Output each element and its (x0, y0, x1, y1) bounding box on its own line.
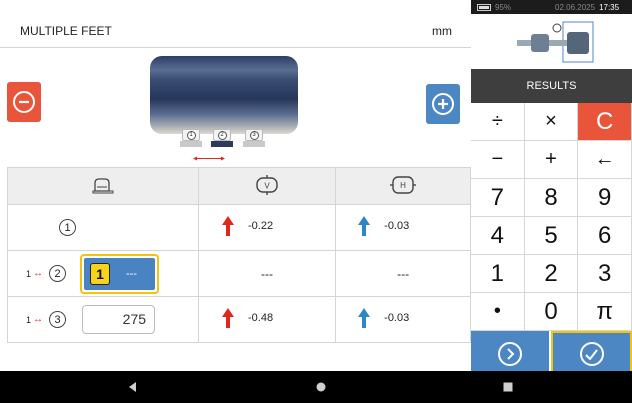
minus-key[interactable]: − (471, 141, 525, 178)
vertical-view-icon: V (256, 174, 278, 195)
arrow-up-icon (222, 308, 234, 328)
plus-circle-icon (432, 93, 454, 115)
horizontal-value: -0.03 (384, 312, 410, 324)
numeric-keypad: ÷ × C − + ← 7 8 9 4 5 6 1 2 3 • 0 π (471, 103, 632, 377)
machine-thumbnail[interactable] (471, 14, 632, 69)
foot-number: 2 (217, 130, 227, 140)
double-arrow-icon: ↔ (33, 314, 44, 325)
keypad-row: 7 8 9 (471, 179, 632, 217)
reference-badge: 1 (90, 262, 111, 285)
status-date: 02.06.2025 (555, 2, 596, 12)
foot-number-badge: 2 (49, 265, 67, 282)
digit-key-4[interactable]: 4 (471, 217, 525, 254)
horizontal-view-icon: H (390, 175, 417, 194)
status-time: 17:35 (599, 2, 620, 12)
pair-from: 1 (26, 314, 32, 325)
right-panel: 95% 02.06.2025 17:35 RESULTS ÷ × C − + ←… (471, 0, 632, 377)
distance-indicator-icon (193, 156, 225, 161)
horizontal-column-header: H (335, 167, 471, 205)
remove-foot-button[interactable] (7, 82, 41, 122)
foot-number-badge: 3 (49, 311, 67, 328)
digit-key-8[interactable]: 8 (524, 179, 579, 216)
minus-circle-icon (13, 91, 35, 113)
digit-key-9[interactable]: 9 (578, 179, 632, 216)
home-nav-icon[interactable] (316, 382, 326, 392)
main-panel: MULTIPLE FEET mm 1 2 3 V H 1 -0.22 -0.03… (0, 0, 471, 371)
machine-graphic (150, 56, 298, 134)
horizontal-value: -0.03 (384, 220, 410, 232)
back-nav-icon[interactable] (128, 382, 138, 392)
chevron-right-icon (498, 342, 522, 366)
vertical-column-header: V (197, 167, 337, 205)
double-arrow-icon: ↔ (33, 268, 44, 279)
table-row[interactable]: 1 ↔ 2 1 --- --- --- (7, 250, 471, 297)
machine-foot-3[interactable]: 3 (243, 129, 265, 147)
digit-key-2[interactable]: 2 (524, 255, 579, 292)
vertical-value: -0.48 (248, 312, 274, 324)
foot-pair-label: 1 ↔ (26, 314, 43, 325)
plus-key[interactable]: + (524, 141, 579, 178)
digit-key-7[interactable]: 7 (471, 179, 525, 216)
keypad-row: 4 5 6 (471, 217, 632, 255)
machine-train-thumbnail-icon (517, 21, 594, 63)
digit-key-5[interactable]: 5 (524, 217, 579, 254)
arrow-up-icon (358, 308, 371, 328)
keypad-row: ÷ × C (471, 103, 632, 141)
header-divider (0, 47, 471, 48)
divide-key[interactable]: ÷ (471, 103, 525, 140)
foot-pair-label: 1 ↔ (26, 268, 43, 279)
add-foot-button[interactable] (426, 84, 460, 124)
keypad-row: − + ← (471, 141, 632, 179)
horizontal-value: --- (335, 250, 471, 297)
distance-input-selected[interactable]: 1 --- (80, 253, 160, 294)
recents-nav-icon[interactable] (503, 382, 513, 392)
vertical-value: --- (197, 250, 337, 297)
table-row[interactable]: 1 -0.22 -0.03 (7, 204, 471, 251)
keypad-row: 1 2 3 (471, 255, 632, 293)
digit-key-1[interactable]: 1 (471, 255, 525, 292)
vertical-value: -0.22 (248, 220, 274, 232)
distance-value: --- (126, 267, 138, 280)
clear-key[interactable]: C (578, 103, 632, 140)
system-nav-bar (0, 371, 632, 403)
decimal-point-key[interactable]: • (471, 293, 525, 330)
checkmark-icon (579, 342, 604, 366)
horizontal-header-label: H (400, 181, 406, 190)
status-bar: 95% 02.06.2025 17:35 (471, 0, 632, 14)
results-button[interactable]: RESULTS (471, 69, 632, 103)
arrow-up-icon (222, 216, 234, 236)
table-row[interactable]: 1 ↔ 3 275 -0.48 -0.03 (7, 296, 471, 343)
pi-key[interactable]: π (578, 293, 632, 330)
digit-key-6[interactable]: 6 (578, 217, 632, 254)
arrow-up-icon (358, 216, 371, 236)
foot-number: 1 (186, 130, 196, 140)
machine-feet-icon (92, 177, 114, 193)
distance-input[interactable]: 275 (82, 305, 156, 334)
keypad-row: • 0 π (471, 293, 632, 331)
digit-key-3[interactable]: 3 (578, 255, 632, 292)
machine-foot-1[interactable]: 1 (180, 129, 202, 147)
feet-table: V H 1 -0.22 -0.03 1 ↔ 2 1 --- --- --- 1 … (7, 167, 471, 343)
page-title: MULTIPLE FEET (20, 24, 112, 38)
backspace-key[interactable]: ← (578, 141, 632, 178)
foot-number-badge: 1 (59, 219, 76, 236)
multiply-key[interactable]: × (524, 103, 579, 140)
battery-level: 95% (495, 2, 512, 12)
digit-key-0[interactable]: 0 (524, 293, 579, 330)
foot-number: 3 (249, 130, 259, 140)
feet-column-header (7, 167, 199, 205)
vertical-header-label: V (264, 181, 270, 190)
battery-icon (477, 3, 491, 11)
pair-from: 1 (26, 268, 32, 279)
machine-foot-2[interactable]: 2 (211, 129, 233, 147)
unit-label: mm (432, 24, 452, 38)
table-header-row: V H (7, 167, 471, 205)
